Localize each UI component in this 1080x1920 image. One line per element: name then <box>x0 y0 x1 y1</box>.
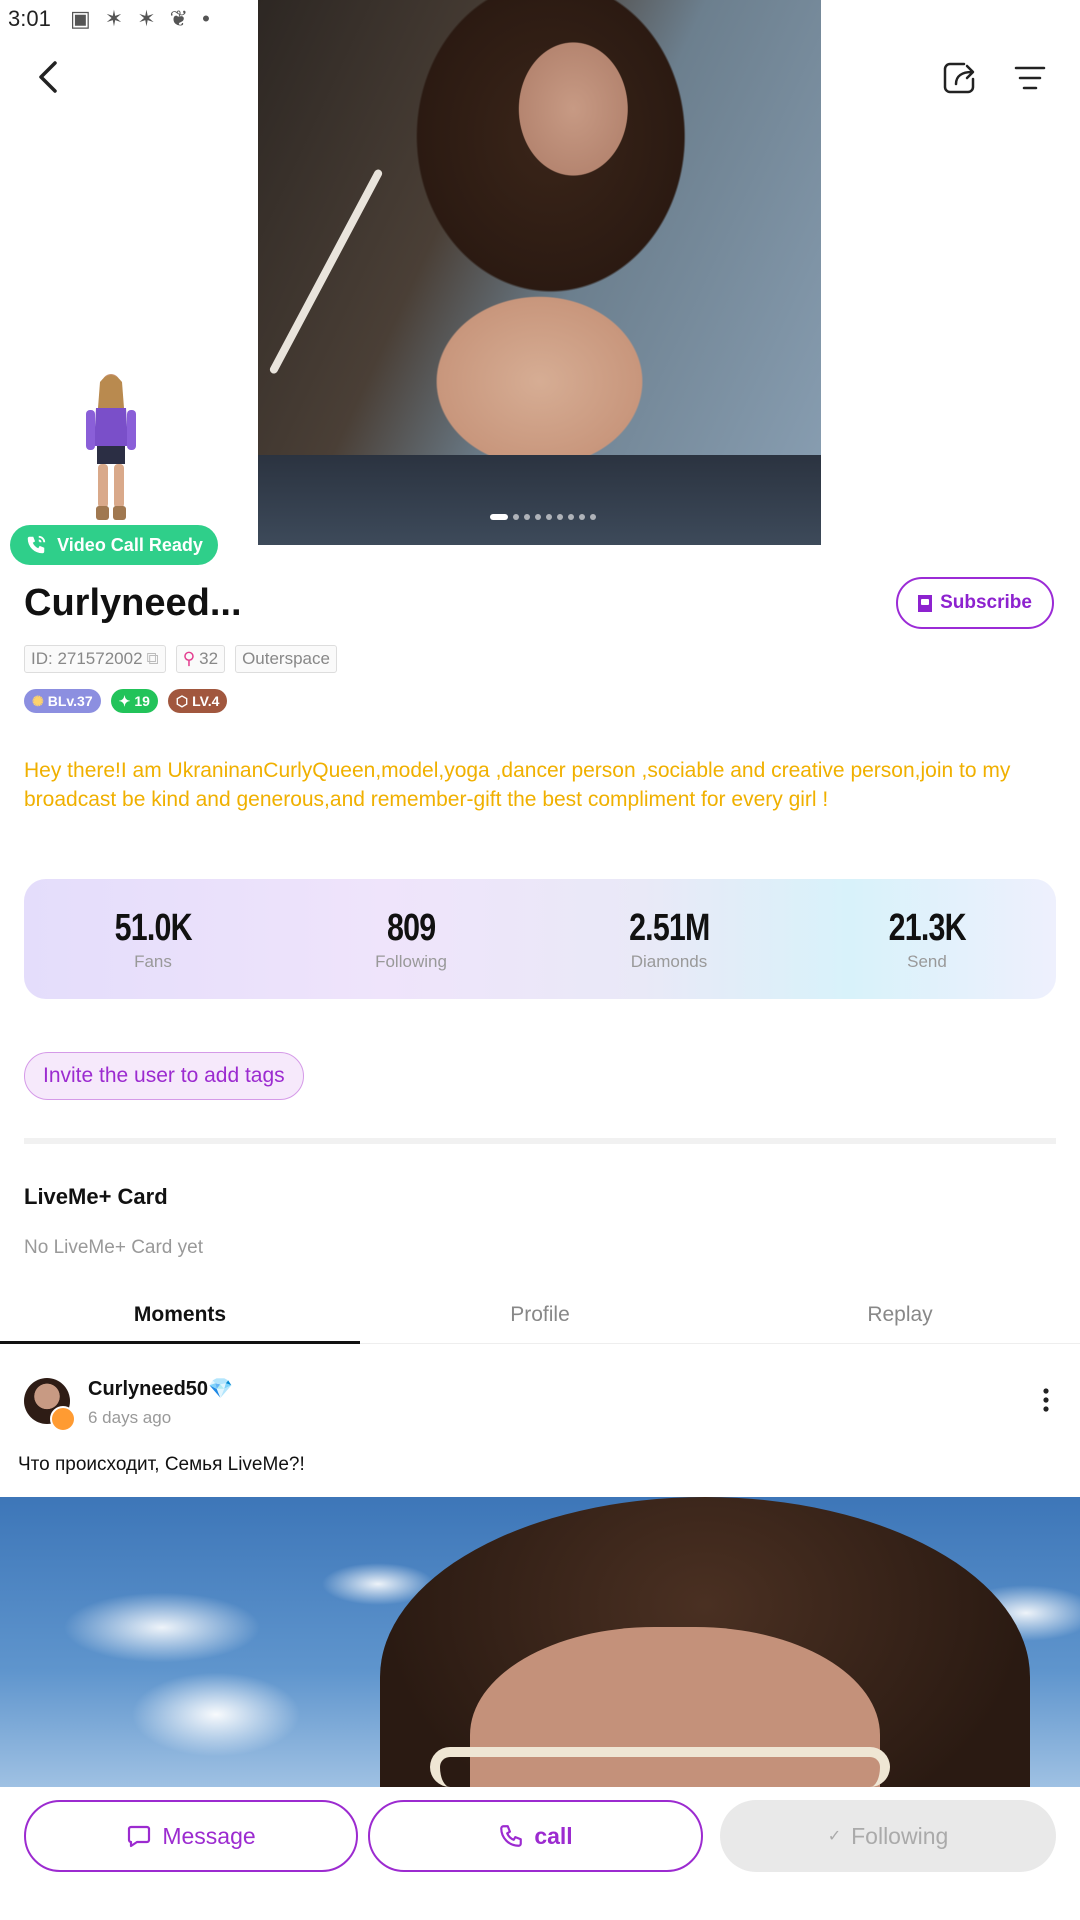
post-author-text: Curlyneed50 <box>88 1378 209 1400</box>
post-author-avatar[interactable] <box>24 1378 76 1432</box>
invite-add-tags-button[interactable]: Invite the user to add tags <box>24 1052 304 1100</box>
hexagon-icon: ⬡ <box>175 692 189 709</box>
carousel-dot <box>590 514 596 520</box>
stat-value: 21.3K <box>888 906 966 949</box>
stat-label: Fans <box>134 951 172 971</box>
liveme-card-empty-text: No LiveMe+ Card yet <box>24 1237 203 1258</box>
location-chip: Outerspace <box>235 645 337 673</box>
status-time: 3:01 <box>8 6 51 31</box>
tab-moments[interactable]: Moments <box>0 1293 360 1344</box>
share-icon <box>943 62 975 94</box>
stat-label: Following <box>375 951 447 971</box>
user-id-text: ID: 271572002 <box>31 649 143 668</box>
more-menu-button[interactable] <box>1010 58 1050 98</box>
carousel-dot <box>546 514 552 520</box>
copy-icon[interactable]: ⧉ <box>147 649 159 669</box>
checkmark-icon: ✓ <box>827 1828 842 1845</box>
photo-cigarette-holder <box>268 168 384 375</box>
share-button[interactable] <box>940 58 980 98</box>
call-button[interactable]: call <box>368 1800 703 1872</box>
key-count-chip: ⚲ 32 <box>175 645 226 673</box>
bookmark-icon <box>918 594 933 612</box>
subscribe-label: Subscribe <box>940 592 1032 613</box>
avatar-figure-icon <box>86 374 136 520</box>
key-icon: ⚲ <box>182 649 196 668</box>
squirrel-icon: ❦ <box>169 6 203 31</box>
vertical-dots-icon <box>1043 1388 1049 1412</box>
avatar-3d-figure[interactable] <box>78 372 144 524</box>
back-button[interactable] <box>28 55 72 99</box>
key-count: 32 <box>199 649 219 668</box>
stat-fans[interactable]: 51.0K Fans <box>24 907 282 972</box>
chevron-left-icon <box>39 61 57 93</box>
photo-glasses <box>430 1747 890 1787</box>
menu-icon <box>1014 66 1046 90</box>
pinwheel-icon: ✶ <box>137 6 170 31</box>
video-call-ready-label: Video Call Ready <box>57 534 203 555</box>
stat-label: Send <box>907 951 947 971</box>
sparkle-icon: ✦ <box>118 692 131 709</box>
image-icon: ▣ <box>70 6 105 31</box>
live-indicator-icon <box>50 1406 76 1432</box>
level-badges: ✺ BLv.37 ✦ 19 ⬡ LV.4 <box>24 689 228 713</box>
user-id-chip[interactable]: ID: 271572002 ⧉ <box>24 645 166 673</box>
section-divider <box>24 1138 1056 1144</box>
following-button[interactable]: ✓ Following <box>720 1800 1056 1872</box>
profile-tabs: Moments Profile Replay <box>0 1293 1080 1344</box>
user-level-badge[interactable]: ⬡ LV.4 <box>167 689 228 713</box>
stat-diamonds[interactable]: 2.51M Diamonds <box>540 907 798 972</box>
diamond-icon: 💎 <box>208 1378 233 1400</box>
green-level-text: 19 <box>134 693 150 709</box>
profile-username: Curlyneed... <box>24 582 242 624</box>
carousel-dot <box>513 514 519 520</box>
bottom-action-bar: Message call ✓ Following <box>0 1787 1080 1920</box>
post-photo[interactable] <box>0 1497 1080 1787</box>
call-label: call <box>534 1822 573 1849</box>
green-level-badge[interactable]: ✦ 19 <box>110 689 158 713</box>
stat-label: Diamonds <box>630 951 708 971</box>
carousel-dot <box>557 514 563 520</box>
subscribe-button[interactable]: Subscribe <box>896 577 1054 629</box>
stat-value: 2.51M <box>628 906 710 949</box>
post-author-name[interactable]: Curlyneed50💎 <box>88 1376 233 1401</box>
carousel-dot <box>535 514 541 520</box>
stat-following[interactable]: 809 Following <box>282 907 540 972</box>
carousel-dot <box>568 514 574 520</box>
message-label: Message <box>162 1822 256 1849</box>
location-text: Outerspace <box>242 649 330 668</box>
profile-bio: Hey there!I am UkraninanCurlyQueen,model… <box>24 759 1011 811</box>
status-icons: ▣✶✶❦• <box>70 6 224 32</box>
liveme-card-title: LiveMe+ Card <box>24 1184 168 1209</box>
pinwheel-icon: ✶ <box>104 6 138 31</box>
chat-bubble-icon <box>128 1825 151 1848</box>
stat-value: 51.0K <box>114 906 192 949</box>
carousel-dot <box>524 514 530 520</box>
stat-send[interactable]: 21.3K Send <box>798 907 1056 972</box>
video-call-ready-badge[interactable]: Video Call Ready <box>10 525 218 565</box>
post-more-options-button[interactable] <box>1038 1385 1054 1415</box>
broadcaster-level-badge[interactable]: ✺ BLv.37 <box>24 689 101 713</box>
tab-profile[interactable]: Profile <box>360 1293 720 1343</box>
phone-icon <box>500 1825 523 1847</box>
dot-icon: • <box>202 6 224 31</box>
following-label: Following <box>851 1822 949 1849</box>
profile-cover-photo[interactable] <box>258 0 821 545</box>
user-level-text: LV.4 <box>192 693 220 709</box>
post-text: Что происходит, Семья LiveMe?! <box>18 1454 305 1475</box>
carousel-dot <box>490 514 508 520</box>
stats-panel: 51.0K Fans 809 Following 2.51M Diamonds … <box>24 879 1056 999</box>
profile-info-chips: ID: 271572002 ⧉ ⚲ 32 Outerspace <box>24 645 337 673</box>
sun-icon: ✺ <box>32 692 44 709</box>
post-timestamp: 6 days ago <box>88 1408 172 1427</box>
broadcaster-level-text: BLv.37 <box>47 693 93 709</box>
message-button[interactable]: Message <box>24 1800 358 1872</box>
carousel-dot <box>579 514 585 520</box>
photo-table <box>258 455 821 545</box>
tab-replay[interactable]: Replay <box>720 1293 1080 1343</box>
stat-value: 809 <box>386 906 436 949</box>
carousel-indicator <box>490 513 596 521</box>
phone-call-icon <box>27 535 46 554</box>
